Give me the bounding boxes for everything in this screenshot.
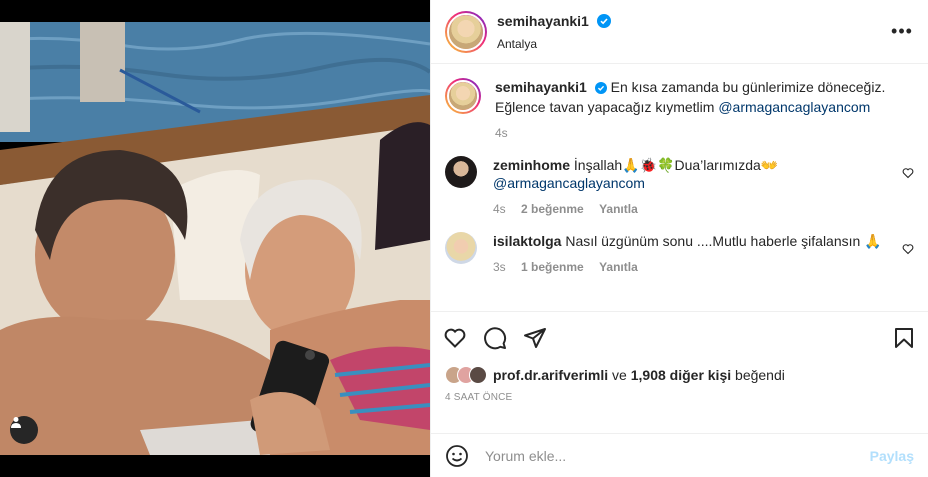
comment-time[interactable]: 3s (493, 260, 506, 274)
comment-reply-button[interactable]: Yanıtla (599, 260, 638, 274)
comment-time[interactable]: 4s (493, 202, 506, 216)
comment-mention[interactable]: @armagancaglayancom (493, 175, 645, 191)
comments-list[interactable]: semihayanki1 En kısa zamanda bu günlerim… (431, 64, 928, 312)
likes-suffix: beğendi (731, 367, 785, 383)
caption-avatar[interactable] (445, 78, 481, 114)
comment-like-heart-icon[interactable] (902, 242, 914, 260)
share-icon[interactable] (523, 326, 547, 350)
post-photo[interactable] (0, 0, 430, 477)
verified-badge-icon (597, 13, 612, 33)
emoji-icon[interactable] (445, 444, 469, 468)
likes-summary: prof.dr.arifverimli ve 1,908 diğer kişi … (431, 364, 928, 386)
bookmark-icon[interactable] (892, 326, 916, 350)
likes-count-button[interactable]: 1,908 diğer kişi (631, 367, 731, 383)
action-bar (431, 312, 928, 364)
comment-avatar[interactable] (445, 232, 477, 264)
post-comment-button[interactable]: Paylaş (870, 448, 914, 464)
likes-connector: ve (608, 367, 631, 383)
caption-username[interactable]: semihayanki1 (495, 79, 587, 95)
caption-time[interactable]: 4s (495, 126, 508, 140)
user-tag-icon[interactable] (10, 416, 38, 444)
author-avatar[interactable] (445, 10, 487, 53)
post-image (0, 0, 430, 477)
verified-badge-icon (594, 80, 607, 98)
post-panel: semihayanki1 Antalya ••• semihayanki1 En… (430, 0, 928, 477)
comment-username[interactable]: isilaktolga (493, 233, 561, 249)
more-options-icon: ••• (891, 21, 913, 41)
likers-avatars[interactable] (445, 366, 487, 384)
comment-icon[interactable] (483, 326, 507, 350)
comment-item: isilaktolga Nasıl üzgünüm sonu ....Mutlu… (445, 232, 914, 276)
comment-likes[interactable]: 2 beğenme (521, 202, 584, 216)
comment-likes[interactable]: 1 beğenme (521, 260, 584, 274)
post-location[interactable]: Antalya (497, 37, 890, 51)
comment-input[interactable] (485, 447, 870, 464)
add-comment-bar: Paylaş (431, 433, 928, 477)
liker-username[interactable]: prof.dr.arifverimli (493, 367, 608, 383)
post-header: semihayanki1 Antalya ••• (431, 0, 928, 64)
heart-icon[interactable] (443, 326, 467, 350)
post-timestamp[interactable]: 4 SAAT ÖNCE (431, 392, 928, 408)
comment-username[interactable]: zeminhome (493, 157, 570, 173)
comment-reply-button[interactable]: Yanıtla (599, 202, 638, 216)
author-username[interactable]: semihayanki1 (497, 13, 589, 29)
comment-item: zeminhome İnşallah🙏🐞🍀Dua’larımızda👐 @arm… (445, 156, 914, 218)
caption-mention[interactable]: @armagancaglayancom (718, 99, 870, 115)
caption: semihayanki1 En kısa zamanda bu günlerim… (445, 78, 914, 142)
comment-avatar[interactable] (445, 156, 477, 188)
comment-text: İnşallah🙏🐞🍀Dua’larımızda👐 (573, 157, 779, 173)
more-options-button[interactable]: ••• (890, 20, 914, 44)
comment-text: Nasıl üzgünüm sonu ....Mutlu haberle şif… (565, 233, 882, 249)
comment-like-heart-icon[interactable] (902, 166, 914, 184)
